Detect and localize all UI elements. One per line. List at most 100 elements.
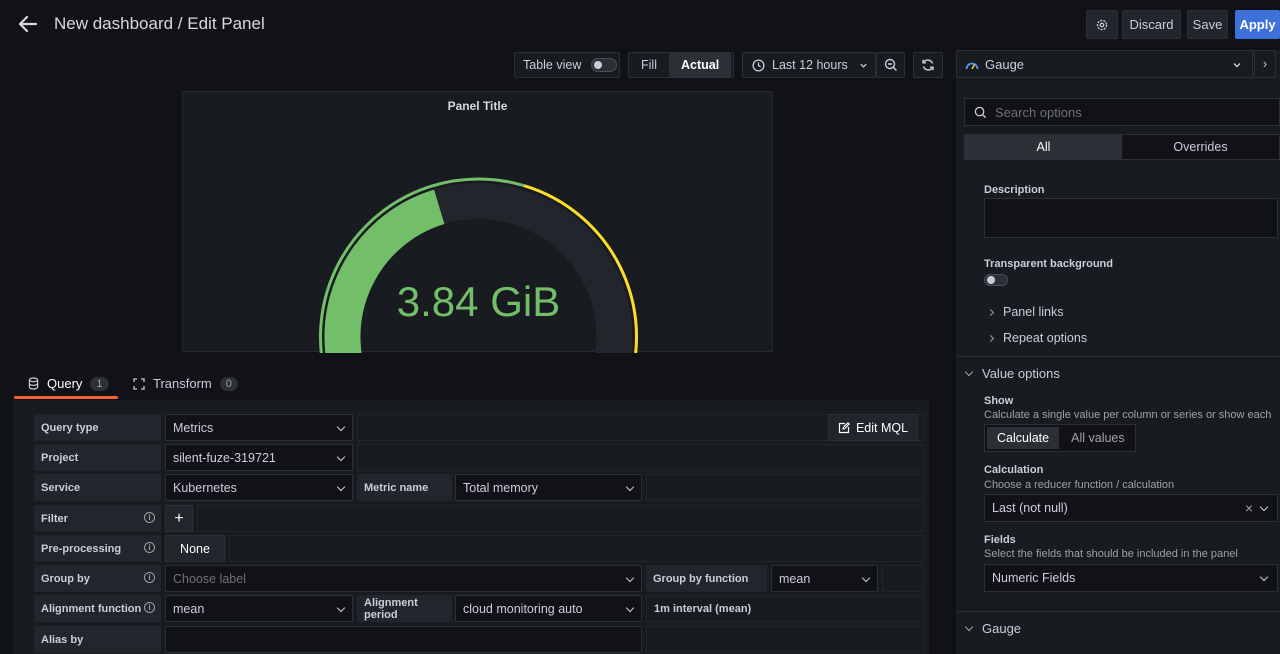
- info-icon[interactable]: i: [144, 572, 155, 583]
- project-select[interactable]: silent-fuze-319721: [165, 444, 353, 471]
- calculate-option[interactable]: Calculate: [987, 427, 1060, 449]
- alias-by-label: Alias by: [34, 626, 161, 653]
- discard-button[interactable]: Discard: [1122, 10, 1181, 39]
- calculation-select[interactable]: Last (not null) ×: [984, 494, 1278, 522]
- save-button[interactable]: Save: [1187, 10, 1228, 39]
- calculation-description: Choose a reducer function / calculation: [984, 479, 1175, 491]
- chevron-down-icon: [1259, 572, 1269, 582]
- chevron-down-icon: [336, 422, 346, 432]
- value-options-section[interactable]: Value options: [964, 366, 1060, 381]
- tab-transform[interactable]: Transform 0: [133, 376, 238, 391]
- alignment-function-label: Alignment function i: [34, 595, 161, 622]
- info-icon[interactable]: i: [144, 602, 155, 613]
- divider: [956, 356, 1280, 357]
- active-tab-indicator: [14, 396, 118, 399]
- filter-row-fill: [197, 505, 924, 532]
- clock-icon: [752, 58, 765, 72]
- gauge-chart: 3.84 GiB: [319, 177, 638, 353]
- chevron-down-icon: [336, 482, 346, 492]
- project-row-fill: [357, 444, 924, 471]
- tab-transform-label: Transform: [153, 376, 212, 391]
- search-icon: [974, 106, 987, 119]
- group-by-select[interactable]: Choose label: [165, 565, 642, 592]
- repeat-options-section[interactable]: Repeat options: [986, 331, 1088, 345]
- chevron-down-icon: [336, 452, 346, 462]
- chevron-down-icon: [861, 573, 871, 583]
- fields-select[interactable]: Numeric Fields: [984, 564, 1278, 592]
- calculation-value: Last (not null): [992, 501, 1068, 515]
- transform-count-badge: 0: [219, 376, 238, 391]
- group-by-function-select[interactable]: mean: [771, 565, 878, 592]
- refresh-button[interactable]: [913, 52, 943, 78]
- group-by-row-fill: [882, 565, 924, 592]
- panel-preview[interactable]: Panel Title 3.84 GiB: [182, 91, 773, 353]
- all-values-option[interactable]: All values: [1061, 425, 1135, 451]
- alignment-function-select[interactable]: mean: [165, 595, 353, 622]
- repeat-options-label: Repeat options: [1003, 331, 1088, 345]
- back-arrow-icon[interactable]: [16, 12, 40, 36]
- search-options-input[interactable]: Search options: [964, 98, 1280, 126]
- metric-name-select[interactable]: Total memory: [455, 474, 642, 501]
- chevron-down-icon: [625, 573, 635, 583]
- panel-links-label: Panel links: [1003, 305, 1064, 319]
- alignment-function-label-text: Alignment function: [41, 602, 142, 615]
- tab-query-label: Query: [47, 376, 83, 391]
- info-icon[interactable]: i: [144, 542, 155, 553]
- apply-button[interactable]: Apply: [1235, 10, 1280, 39]
- tab-query[interactable]: Query 1: [28, 376, 109, 391]
- query-count-badge: 1: [90, 376, 109, 391]
- preprocessing-none-option[interactable]: None: [165, 535, 225, 562]
- fill-actual-switch: Fill Actual: [628, 52, 734, 78]
- group-by-placeholder: Choose label: [173, 571, 246, 586]
- fields-label: Fields: [984, 534, 1016, 546]
- preprocessing-label: Pre-processing i: [34, 535, 161, 562]
- project-label: Project: [34, 444, 161, 471]
- query-type-select[interactable]: Metrics: [165, 414, 353, 441]
- metric-name-value: Total memory: [463, 480, 539, 495]
- zoom-out-icon: [884, 58, 897, 71]
- description-textarea[interactable]: [984, 198, 1278, 238]
- query-type-label: Query type: [34, 414, 161, 441]
- tab-overrides[interactable]: Overrides: [1122, 135, 1279, 159]
- zoom-out-button[interactable]: [876, 52, 905, 78]
- fill-option[interactable]: Fill: [629, 53, 669, 77]
- tab-all[interactable]: All: [965, 135, 1122, 159]
- table-view-toggle[interactable]: Table view: [514, 52, 620, 78]
- gauge-section[interactable]: Gauge: [964, 621, 1022, 636]
- chevron-down-icon: [860, 63, 867, 68]
- group-by-label: Group by i: [34, 565, 161, 592]
- transform-icon: [133, 377, 145, 390]
- info-icon[interactable]: i: [144, 512, 155, 523]
- alias-by-input[interactable]: [165, 626, 642, 653]
- time-range-label: Last 12 hours: [772, 58, 848, 72]
- group-by-label-text: Group by: [41, 572, 90, 585]
- value-options-label: Value options: [982, 366, 1060, 381]
- panel-links-section[interactable]: Panel links: [986, 305, 1064, 319]
- group-by-function-label: Group by function: [646, 565, 767, 592]
- top-bar: New dashboard / Edit Panel Discard Save …: [0, 0, 1280, 48]
- gauge-section-label: Gauge: [982, 621, 1022, 636]
- transparent-background-switch[interactable]: [984, 274, 1008, 286]
- edit-icon: [838, 421, 850, 433]
- transparent-background-label: Transparent background: [984, 258, 1113, 270]
- time-range-picker[interactable]: Last 12 hours: [742, 52, 876, 78]
- clear-icon[interactable]: ×: [1245, 500, 1253, 516]
- calculation-label: Calculation: [984, 464, 1044, 476]
- settings-button[interactable]: [1086, 10, 1118, 39]
- show-radio-group: Calculate All values: [984, 424, 1136, 452]
- search-placeholder: Search options: [995, 104, 1082, 120]
- alignment-function-value: mean: [173, 601, 205, 616]
- preprocessing-row-fill: [229, 535, 924, 562]
- add-filter-button[interactable]: +: [165, 505, 193, 532]
- divider: [956, 611, 1280, 612]
- service-select[interactable]: Kubernetes: [165, 474, 353, 501]
- query-editor: Query type Metrics Edit MQL Project sile…: [13, 400, 929, 654]
- collapse-pane-button[interactable]: ›: [1254, 50, 1276, 78]
- chevron-down-icon: [964, 622, 974, 632]
- actual-option[interactable]: Actual: [668, 53, 732, 77]
- alignment-period-select[interactable]: cloud monitoring auto: [455, 595, 642, 622]
- edit-mql-button[interactable]: Edit MQL: [828, 414, 918, 441]
- visualization-picker[interactable]: Gauge: [956, 50, 1253, 78]
- table-view-switch[interactable]: [591, 58, 618, 72]
- group-by-function-value: mean: [779, 571, 811, 586]
